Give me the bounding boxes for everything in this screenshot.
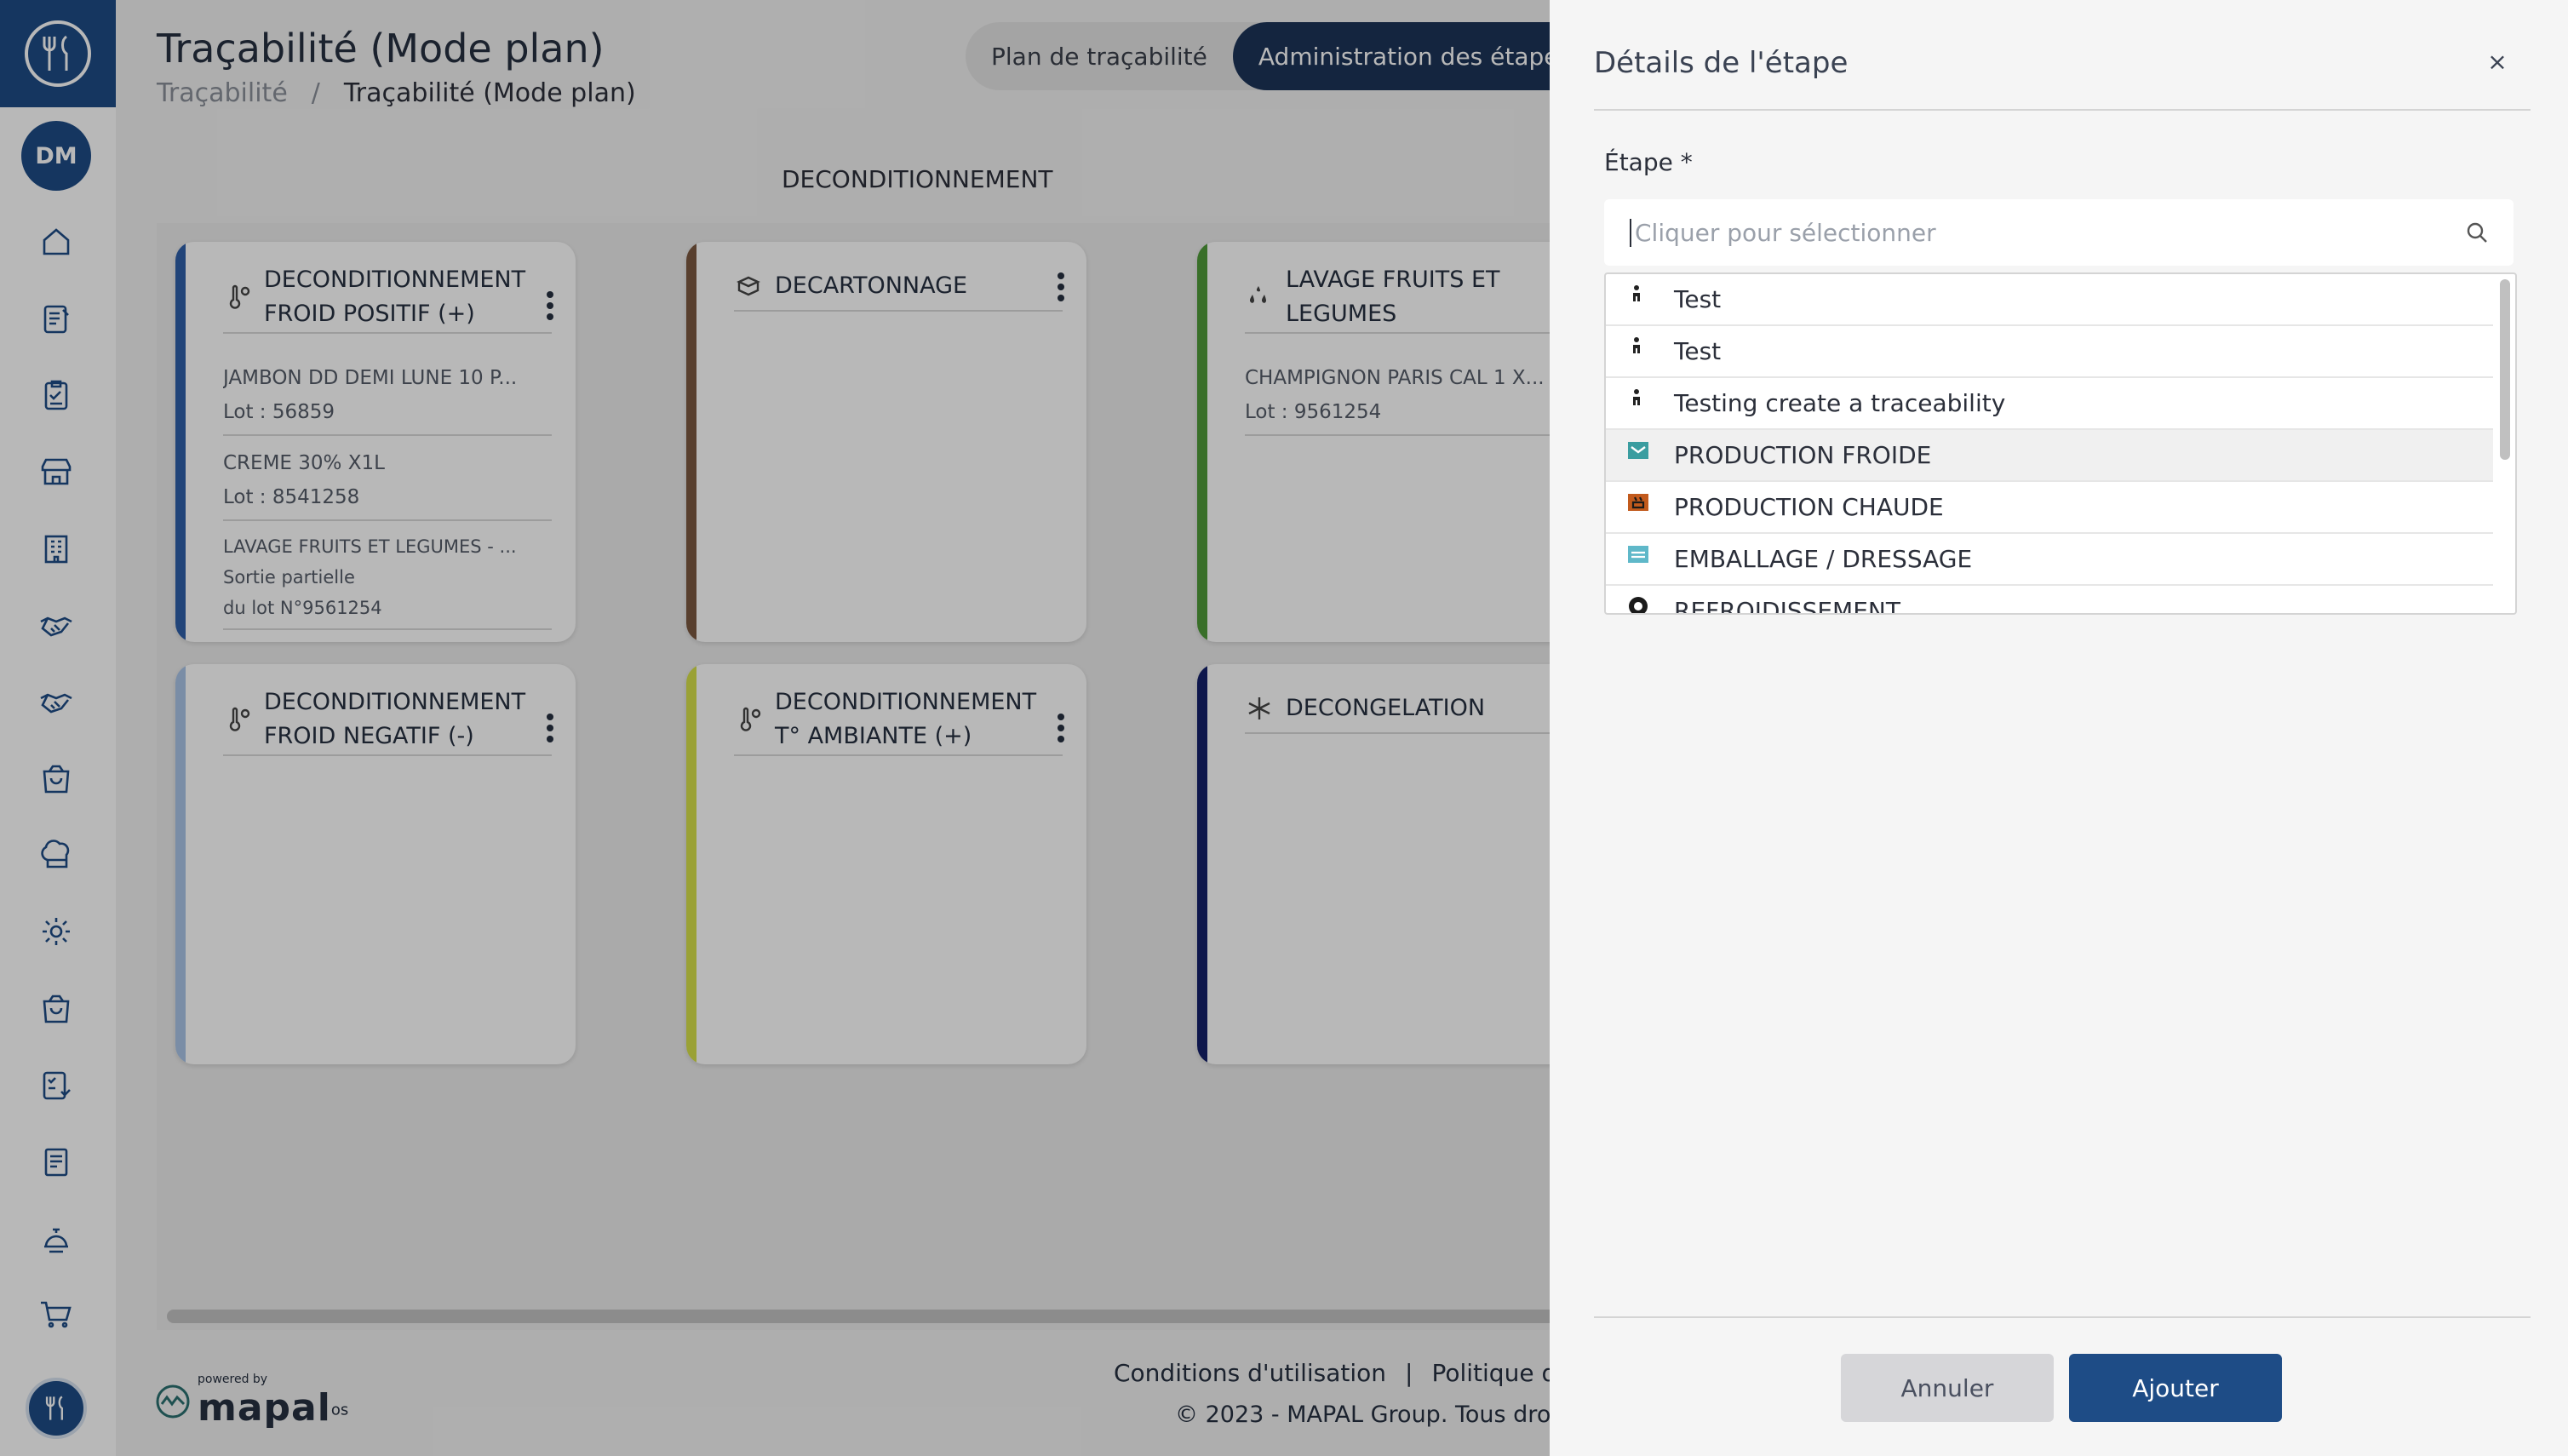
option-label: EMBALLAGE / DRESSAGE	[1674, 545, 1973, 573]
step-option[interactable]: EMBALLAGE / DRESSAGE	[1606, 534, 2493, 586]
search-icon[interactable]	[2464, 220, 2490, 245]
step-option[interactable]: Test	[1606, 274, 2493, 326]
add-button[interactable]: Ajouter	[2069, 1354, 2282, 1422]
step-option[interactable]: PRODUCTION FROIDE	[1606, 430, 2493, 482]
option-label: Testing create a traceability	[1674, 389, 2006, 417]
person-step-icon	[1633, 389, 1640, 405]
option-label: REFROIDISSEMENT	[1674, 597, 1900, 615]
step-option[interactable]: Testing create a traceability	[1606, 378, 2493, 430]
option-label: PRODUCTION CHAUDE	[1674, 493, 1944, 521]
close-icon[interactable]: ×	[2483, 48, 2512, 77]
drawer-title: Détails de l'étape	[1594, 46, 1849, 80]
divider	[1594, 109, 2531, 111]
hot-production-icon	[1628, 494, 1648, 511]
cooling-icon	[1629, 597, 1648, 613]
packaging-icon	[1628, 546, 1648, 563]
step-option[interactable]: PRODUCTION CHAUDE	[1606, 482, 2493, 534]
step-details-drawer: Détails de l'étape × Étape * Test Test T…	[1550, 0, 2568, 1456]
cold-production-icon	[1628, 442, 1648, 459]
dropdown-scrollbar[interactable]	[2500, 279, 2510, 460]
option-label: Test	[1674, 285, 1722, 313]
step-select[interactable]	[1604, 199, 2514, 266]
modal-overlay[interactable]	[0, 0, 1550, 1456]
cancel-button[interactable]: Annuler	[1841, 1354, 2054, 1422]
option-label: PRODUCTION FROIDE	[1674, 441, 1932, 469]
option-label: Test	[1674, 337, 1722, 365]
step-search-input[interactable]	[1630, 218, 2447, 247]
person-step-icon	[1633, 337, 1640, 353]
divider	[1594, 1316, 2531, 1318]
step-option[interactable]: REFROIDISSEMENT	[1606, 586, 2493, 615]
person-step-icon	[1633, 285, 1640, 301]
step-option[interactable]: Test	[1606, 326, 2493, 378]
step-field-label: Étape *	[1604, 148, 1693, 176]
step-options-list: Test Test Testing create a traceability …	[1604, 272, 2517, 615]
